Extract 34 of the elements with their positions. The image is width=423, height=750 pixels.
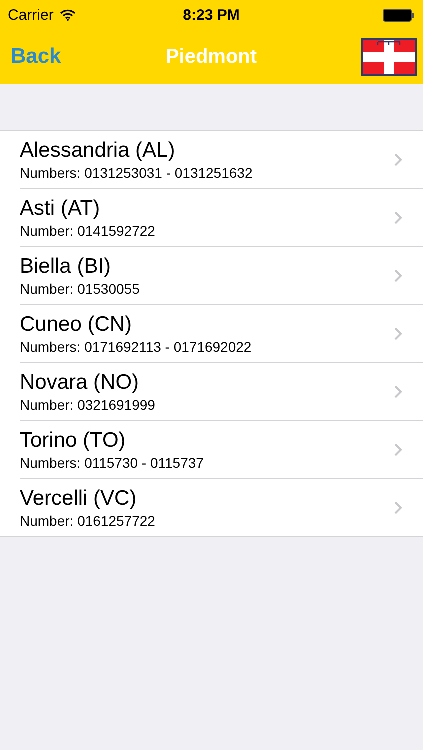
wifi-icon [60,9,76,21]
chevron-icon [394,384,403,398]
chevron-icon [394,268,403,282]
status-time: 8:23 PM [183,6,240,24]
province-row[interactable]: Asti (AT) Number: 0141592722 [20,189,423,247]
phone-numbers: Number: 01530055 [20,280,140,298]
province-row[interactable]: Biella (BI) Number: 01530055 [20,247,423,305]
chevron-icon [394,326,403,340]
chevron-icon [394,500,403,514]
chevron-icon [394,442,403,456]
province-name: Cuneo (CN) [20,312,134,338]
province-name: Torino (TO) [20,428,127,454]
province-row[interactable]: Vercelli (VC) Number: 0161257722 [20,479,423,536]
phone-numbers: Numbers: 0131253031 - 0131251632 [20,164,253,182]
province-name: Biella (BI) [20,254,112,280]
province-row[interactable]: Alessandria (AL) Numbers: 0131253031 - 0131251632 [20,131,423,189]
phone-numbers: Numbers: 0115730 - 0115737 [20,454,204,472]
province-row[interactable]: Novara (NO) Number: 0321691999 [20,363,423,421]
province-name: Alessandria (AL) [20,138,176,164]
phone-numbers: Numbers: 0171692113 - 0171692022 [20,338,252,356]
chevron-icon [394,152,403,166]
flag-icon [361,38,417,76]
province-name: Asti (AT) [20,196,102,222]
carrier-label: Carrier [8,6,54,24]
phone-numbers: Number: 0321691999 [20,396,156,414]
province-row[interactable]: Torino (TO) Numbers: 0115730 - 0115737 [20,421,423,479]
chevron-icon [394,210,403,224]
province-name: Novara (NO) [20,370,140,396]
province-name: Vercelli (VC) [20,486,138,512]
phone-numbers: Number: 0161257722 [20,512,156,530]
phone-numbers: Number: 0141592722 [20,222,156,240]
province-row[interactable]: Cuneo (CN) Numbers: 0171692113 - 0171692022 [20,305,423,363]
battery-icon [383,8,415,22]
nav-title: Piedmont [166,46,258,68]
